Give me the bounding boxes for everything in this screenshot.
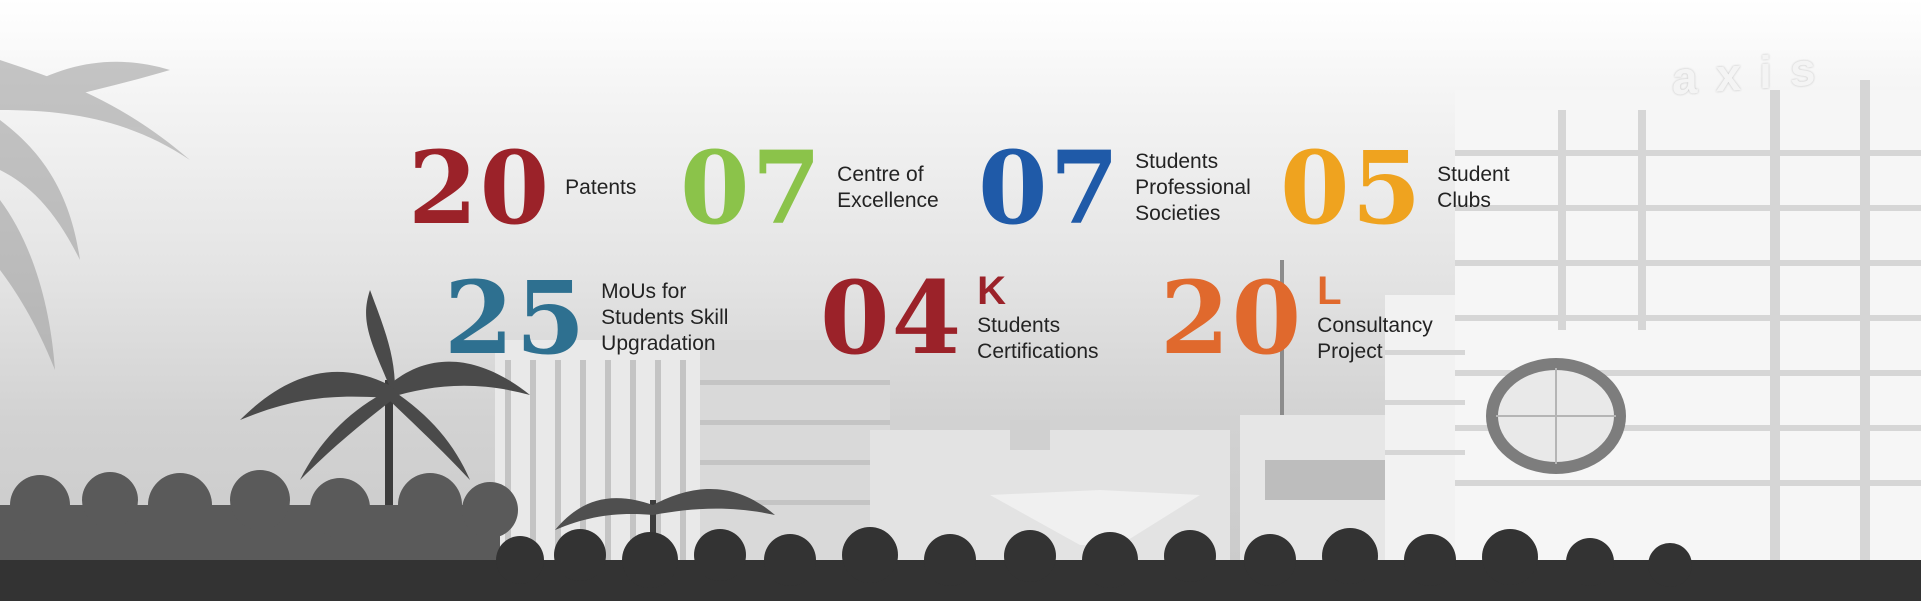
stat-centre-of-excellence: 07 Centre of Excellence	[680, 138, 939, 238]
stat-number: 07	[680, 129, 824, 247]
stat-text: MoUs for Students Skill Upgradation	[601, 279, 728, 357]
stat-text: Centre of Excellence	[837, 162, 939, 214]
stat-text: L Consultancy Project	[1317, 271, 1433, 365]
stat-text: Patents	[565, 175, 636, 201]
stat-number: 20	[1160, 259, 1304, 377]
palm-tree-left	[0, 60, 190, 370]
stat-text: Student Clubs	[1437, 162, 1509, 214]
stat-suffix: L	[1317, 269, 1342, 313]
stat-text: Students Professional Societies	[1135, 149, 1251, 227]
building-logo-text: axis	[1672, 41, 1834, 105]
stat-suffix: K	[977, 269, 1007, 313]
stat-number: 07	[978, 129, 1122, 247]
stat-patents: 20 Patents	[408, 138, 636, 238]
stat-text: K Students Certifications	[977, 271, 1098, 365]
stat-professional-societies: 07 Students Professional Societies	[978, 138, 1251, 238]
stat-label: Students Certifications	[977, 314, 1099, 363]
stat-certifications: 04 K Students Certifications	[820, 268, 1099, 368]
stat-number: 25	[444, 259, 588, 377]
stat-number: 04	[820, 259, 964, 377]
stat-label: Consultancy Project	[1317, 314, 1433, 363]
stat-number: 20	[408, 129, 552, 247]
stat-number: 05	[1280, 129, 1424, 247]
stat-label: Student Clubs	[1437, 163, 1510, 212]
stat-student-clubs: 05 Student Clubs	[1280, 138, 1510, 238]
stat-consultancy: 20 L Consultancy Project	[1160, 268, 1433, 368]
stat-label: Students Professional Societies	[1135, 150, 1251, 225]
stat-label: Patents	[565, 176, 637, 199]
stat-label: Centre of Excellence	[837, 163, 939, 212]
stat-label: MoUs for Students Skill Upgradation	[601, 280, 729, 355]
stat-mous: 25 MoUs for Students Skill Upgradation	[444, 268, 728, 368]
